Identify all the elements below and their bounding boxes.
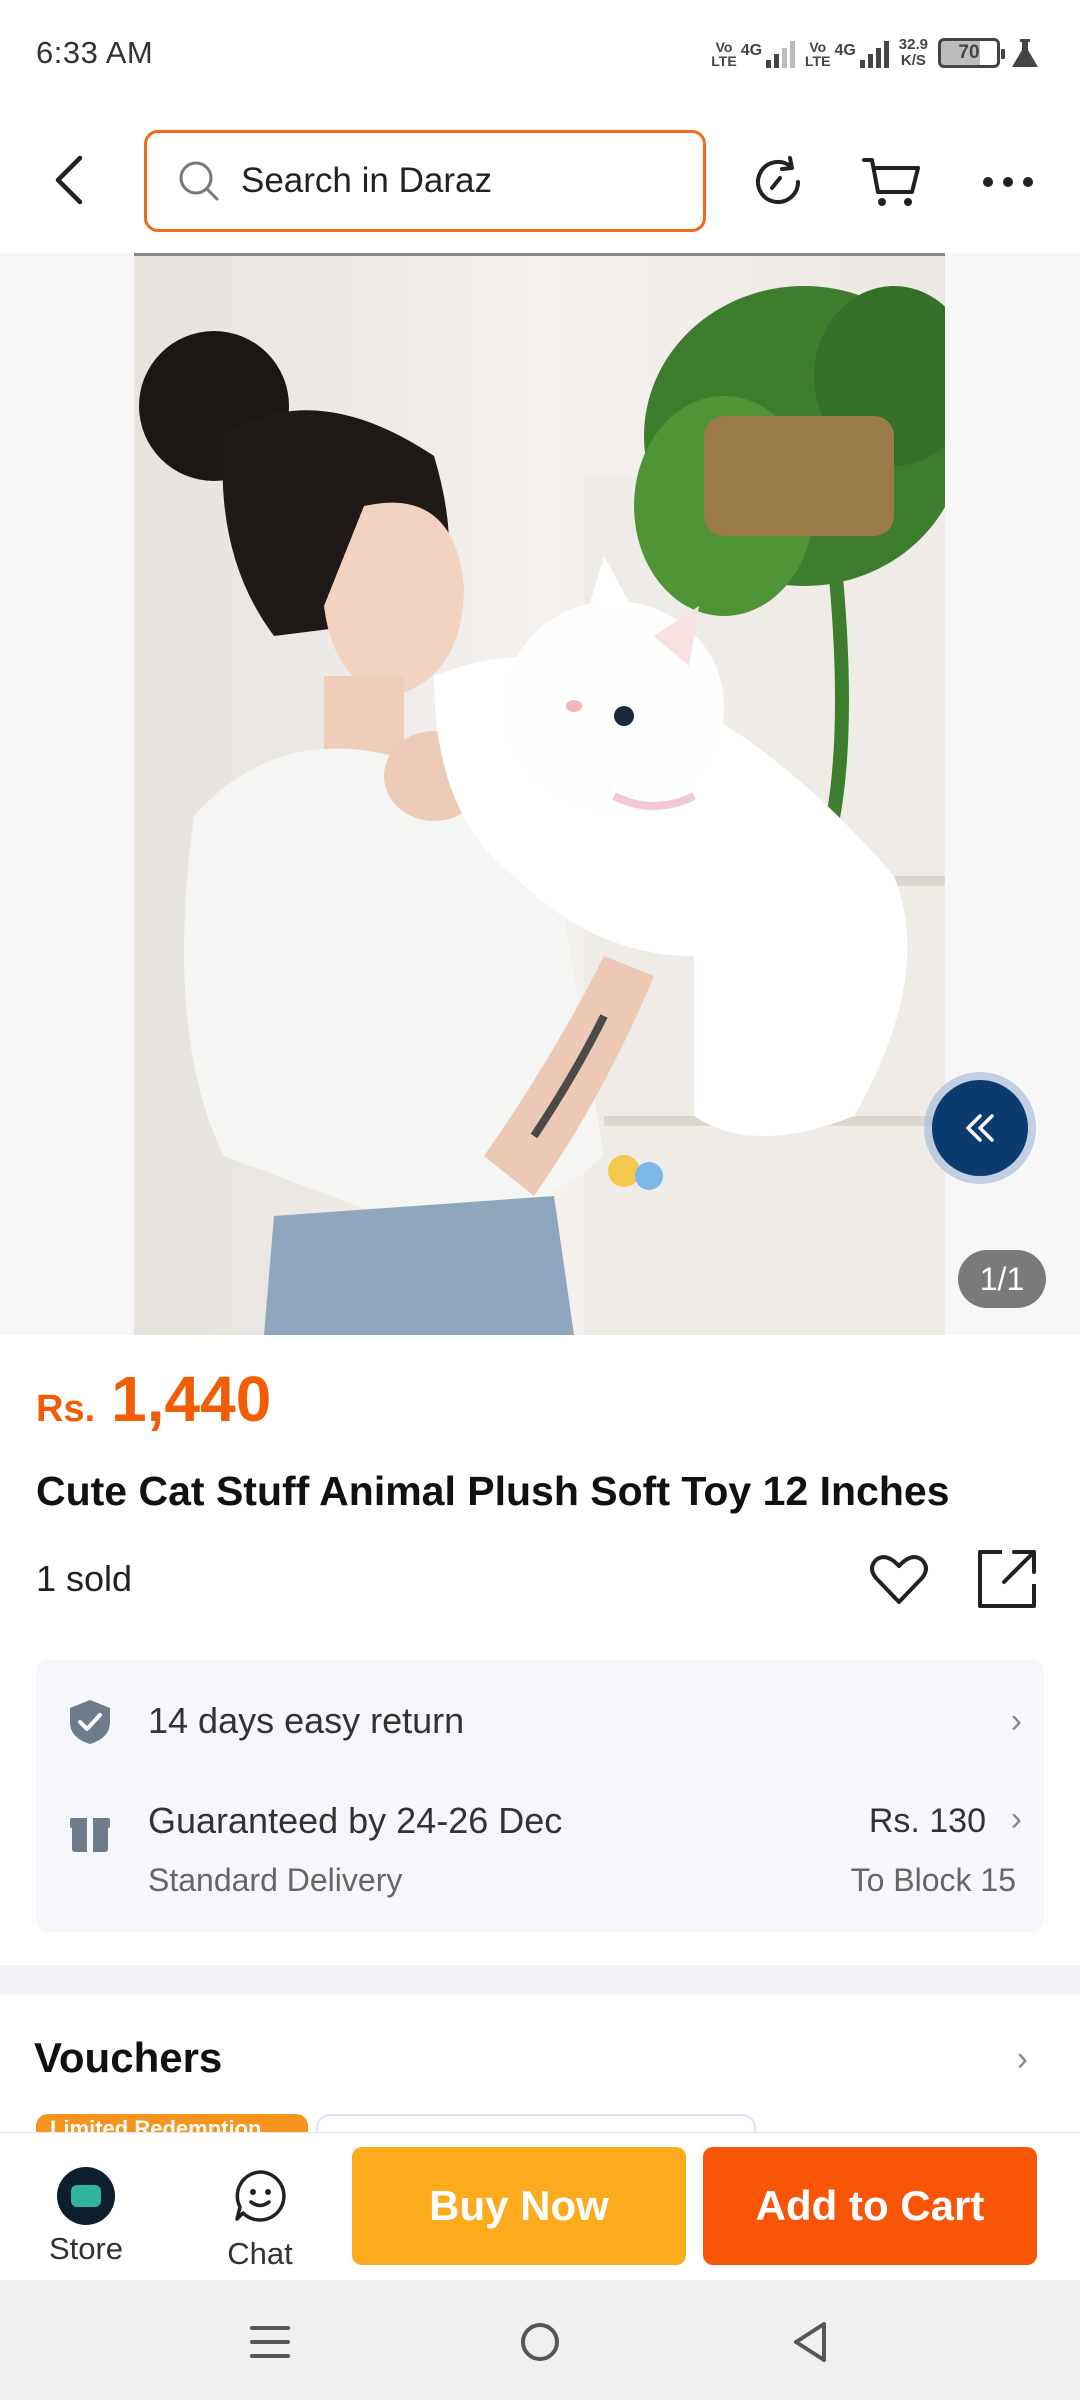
heart-icon[interactable]: [866, 1546, 932, 1612]
product-image[interactable]: [134, 256, 945, 1335]
search-placeholder: Search in Daraz: [241, 161, 492, 200]
delivery-fee: Rs. 130: [868, 1802, 986, 1840]
network-type: 4G: [740, 41, 763, 59]
sim1-signal: Vo LTE 4G: [711, 38, 796, 69]
delivery-date: Guaranteed by 24-26 Dec: [148, 1800, 563, 1841]
battery-icon: 70: [938, 37, 1005, 68]
price-currency: Rs.: [36, 1388, 96, 1430]
section-divider: [0, 1965, 1080, 1995]
volte-icon: Vo LTE: [805, 38, 831, 69]
return-policy-row[interactable]: 14 days easy return ›: [36, 1682, 1044, 1762]
shield-check-icon: [70, 1700, 110, 1744]
store-label: Store: [48, 2231, 124, 2266]
product-price: Rs. 1,440: [36, 1362, 271, 1436]
more-icon[interactable]: [976, 150, 1040, 214]
refresh-icon[interactable]: [746, 150, 810, 214]
delivery-info-card: 14 days easy return › Guaranteed by 24-2…: [36, 1660, 1044, 1932]
share-icon[interactable]: [974, 1546, 1040, 1612]
product-title: Cute Cat Stuff Animal Plush Soft Toy 12 …: [36, 1468, 950, 1514]
search-icon: [179, 161, 219, 201]
delivery-type: Standard Delivery: [148, 1862, 403, 1898]
chat-icon: [235, 2170, 286, 2222]
network-type: 4G: [834, 41, 856, 59]
top-header: Search in Daraz: [0, 112, 1080, 252]
return-text: 14 days easy return: [148, 1700, 465, 1741]
collapse-button[interactable]: [924, 1072, 1036, 1184]
cart-icon[interactable]: [860, 150, 924, 214]
status-bar: 6:33 AM Vo LTE 4G Vo LTE 4G 32.9 K/S 70: [0, 0, 1080, 105]
store-logo-icon: [57, 2167, 115, 2225]
home-icon[interactable]: [510, 2312, 570, 2372]
back-arrow-icon[interactable]: [42, 150, 102, 210]
product-gallery[interactable]: 1/1: [0, 253, 1080, 1335]
menu-icon[interactable]: [240, 2312, 300, 2372]
chevron-right-icon: ›: [1010, 1702, 1022, 1740]
buy-now-button[interactable]: Buy Now: [352, 2147, 686, 2265]
chat-button[interactable]: Chat: [200, 2167, 320, 2271]
bottom-action-bar: Store Chat Buy Now Add to Cart: [0, 2132, 1080, 2280]
flask-icon: [1012, 38, 1038, 67]
vouchers-title[interactable]: Vouchers: [34, 2034, 222, 2082]
store-button[interactable]: Store: [30, 2167, 142, 2267]
volte-icon: Vo LTE: [711, 38, 737, 69]
chat-label: Chat: [227, 2236, 293, 2271]
double-chevron-left-icon: [932, 1080, 1028, 1176]
delivery-location: To Block 15: [850, 1862, 1016, 1898]
back-triangle-icon[interactable]: [780, 2312, 840, 2372]
add-to-cart-button[interactable]: Add to Cart: [703, 2147, 1037, 2265]
signal-bars-icon: [859, 38, 889, 68]
status-time: 6:33 AM: [36, 34, 154, 70]
gift-box-icon: [70, 1818, 110, 1852]
status-icons: Vo LTE 4G Vo LTE 4G 32.9 K/S 70: [711, 35, 1040, 69]
image-counter: 1/1: [958, 1250, 1046, 1308]
signal-bars-icon: [766, 38, 796, 68]
chevron-right-icon: ›: [1010, 1800, 1022, 1838]
chevron-right-icon[interactable]: ›: [1017, 2040, 1028, 2079]
delivery-row[interactable]: Guaranteed by 24-26 Dec Standard Deliver…: [36, 1790, 1044, 1910]
sim2-signal: Vo LTE 4G: [805, 38, 889, 68]
network-speed: 32.9 K/S: [898, 35, 928, 69]
system-navigation-bar: [0, 2280, 1080, 2400]
price-value: 1,440: [111, 1363, 272, 1435]
search-input[interactable]: Search in Daraz: [144, 130, 706, 232]
sold-count: 1 sold: [36, 1558, 133, 1599]
